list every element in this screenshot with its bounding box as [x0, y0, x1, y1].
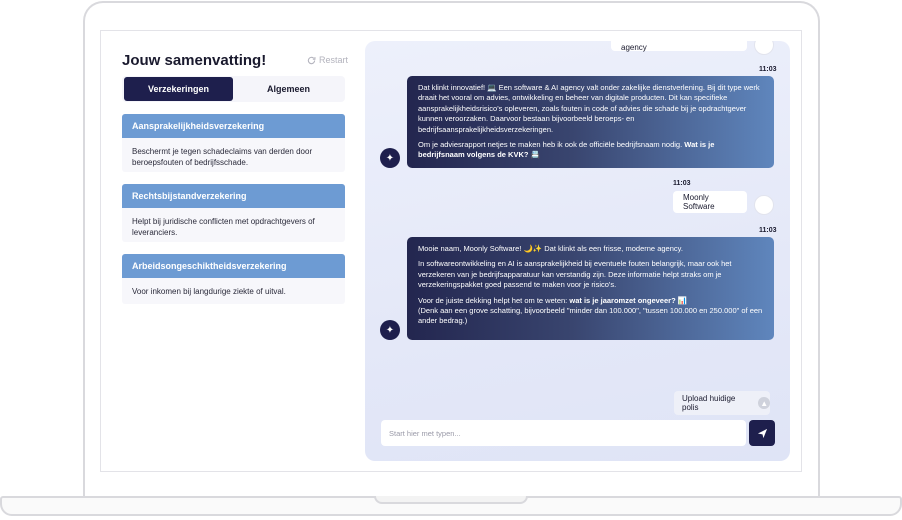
bot-avatar-sparkle-icon: ✦: [380, 320, 400, 340]
insurance-card: Aansprakelijkheidsverzekering Beschermt …: [122, 114, 345, 172]
summary-panel: Jouw samenvatting! Restart Verzekeringen…: [101, 31, 363, 471]
summary-title: Jouw samenvatting!: [122, 52, 267, 69]
bot-message-text: Dat klinkt innovatief! 💻 Een software & …: [418, 83, 760, 134]
user-avatar: [754, 195, 774, 215]
insurance-card-title: Rechtsbijstandverzekering: [122, 184, 345, 208]
bot-message-text: Voor de juiste dekking helpt het om te w…: [418, 295, 763, 326]
message-time: 11:03: [673, 180, 691, 187]
chat-input[interactable]: Start hier met typen...: [381, 420, 746, 446]
message-time: 11:03: [759, 66, 777, 73]
insurance-card-description: Helpt bij juridische conflicten met opdr…: [132, 217, 315, 237]
user-message: Ik heb een software en AI agency: [611, 41, 747, 52]
user-avatar: [754, 41, 774, 55]
tab-verzekeringen[interactable]: Verzekeringen: [124, 77, 233, 101]
app-screen: Jouw samenvatting! Restart Verzekeringen…: [100, 30, 802, 472]
bot-avatar-sparkle-icon: ✦: [380, 148, 400, 168]
insurance-card: Rechtsbijstandverzekering Helpt bij juri…: [122, 184, 345, 242]
user-message: Moonly Software: [673, 191, 747, 213]
insurance-card-title: Aansprakelijkheidsverzekering: [122, 114, 345, 138]
laptop-notch: [374, 496, 528, 504]
refresh-icon: [307, 56, 316, 64]
insurance-card: Arbeidsongeschiktheidsverzekering Voor i…: [122, 254, 345, 304]
cloud-upload-icon: ▲: [758, 397, 770, 409]
upload-policy-button[interactable]: Upload huidige polis ▲: [674, 391, 770, 415]
bot-message-text: Mooie naam, Moonly Software! 🌙✨ Dat klin…: [418, 244, 683, 253]
insurance-card-description: Voor inkomen bij langdurige ziekte of ui…: [132, 287, 286, 296]
restart-label: Restart: [319, 55, 349, 65]
insurance-card-description: Beschermt je tegen schadeclaims van derd…: [132, 147, 313, 167]
chat-panel: Ik heb een software en AI agency 11:03 D…: [365, 41, 790, 461]
bot-message-text: Om je adviesrapport netjes te maken heb …: [418, 140, 715, 160]
bot-message-text: In softwareontwikkeling en AI is aanspra…: [418, 259, 732, 290]
summary-tabs: Verzekeringen Algemeen: [122, 76, 345, 102]
tab-algemeen[interactable]: Algemeen: [234, 77, 343, 101]
send-icon: [757, 428, 767, 438]
message-time: 11:03: [759, 227, 777, 234]
bot-message: Mooie naam, Moonly Software! 🌙✨ Dat klin…: [407, 237, 774, 340]
restart-button[interactable]: Restart: [307, 55, 348, 65]
insurance-card-title: Arbeidsongeschiktheidsverzekering: [122, 254, 345, 278]
send-button[interactable]: [749, 420, 775, 446]
bot-message: Dat klinkt innovatief! 💻 Een software & …: [407, 76, 774, 168]
upload-label: Upload huidige polis: [682, 394, 736, 412]
